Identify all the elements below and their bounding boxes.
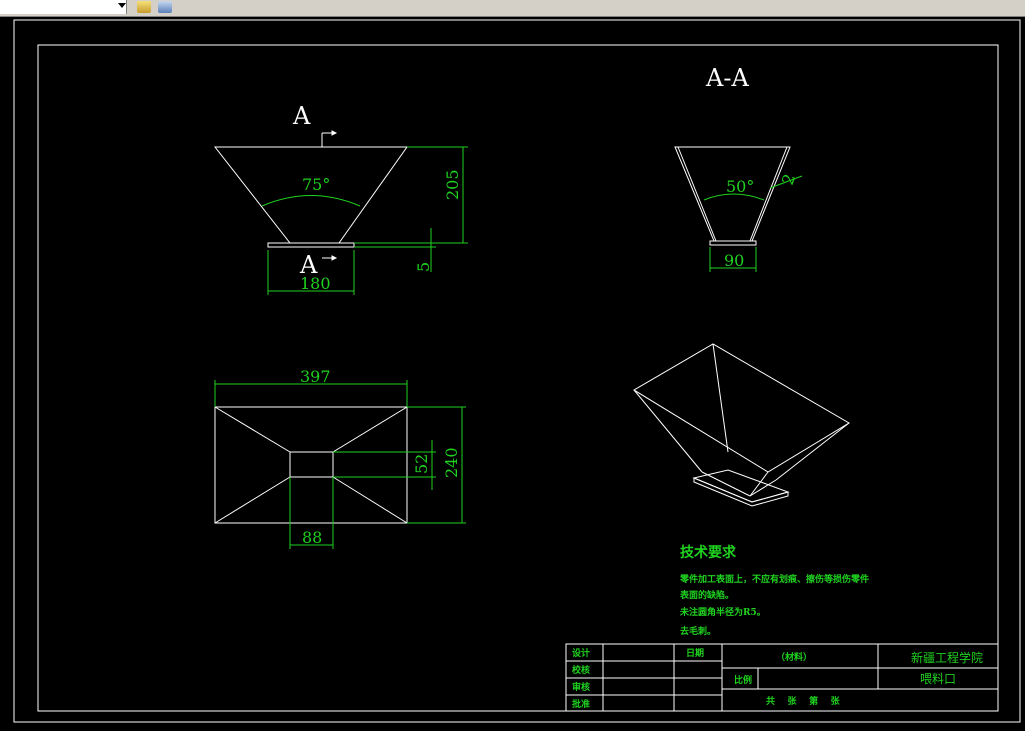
front-angle-label: 75° <box>302 175 330 194</box>
section-bottom-width-label: 90 <box>724 251 744 270</box>
front-dimensions <box>261 146 468 295</box>
inner-border <box>37 44 999 712</box>
isometric-view <box>633 343 850 507</box>
layer-state-icon[interactable] <box>137 1 151 13</box>
layer-combo[interactable] <box>0 0 127 14</box>
front-height-label: 205 <box>443 169 462 200</box>
tech-line-3: 未注圆角半径为R5。 <box>679 606 766 618</box>
plan-inner-width-label: 88 <box>302 528 322 547</box>
tb-school: 新疆工程学院 <box>911 650 983 665</box>
tb-design: 设计 <box>572 647 590 659</box>
tech-line-4: 去毛刺。 <box>680 625 716 637</box>
section-label-top: A <box>292 102 311 130</box>
tb-part-name: 喂料口 <box>920 672 956 686</box>
outer-border <box>13 19 1021 723</box>
tb-approve: 批准 <box>572 698 590 710</box>
front-plate-label: 5 <box>414 262 433 272</box>
plan-view <box>214 406 408 524</box>
plan-width-label: 397 <box>300 367 331 386</box>
toolbar <box>0 0 1025 17</box>
section-view <box>674 146 791 246</box>
section-wall-label: 2 <box>778 171 799 187</box>
tech-line-1: 零件加工表面上，不应有划痕、擦伤等损伤零件 <box>679 573 869 585</box>
plan-depth-label: 240 <box>442 447 461 478</box>
tb-review: 审核 <box>572 681 590 693</box>
chevron-down-icon[interactable] <box>118 3 126 8</box>
layer-previous-icon[interactable] <box>158 1 172 13</box>
tb-check: 校核 <box>572 664 590 676</box>
tech-title: 技术要求 <box>680 544 737 561</box>
front-bottom-width-label: 180 <box>300 274 331 293</box>
section-angle-label: 50° <box>726 177 754 196</box>
tb-sheets: 共 张 第 张 <box>766 695 841 707</box>
tb-scale: 比例 <box>734 674 752 686</box>
tech-line-2: 表面的缺陷。 <box>679 589 734 601</box>
tb-material: （材料） <box>776 651 812 663</box>
tb-date: 日期 <box>686 647 704 659</box>
section-title: A-A <box>705 64 749 92</box>
drawing-canvas[interactable]: A A 75° 205 5 180 397 240 52 88 A-A 50° … <box>0 16 1025 727</box>
plan-inner-depth-label: 52 <box>412 454 431 474</box>
